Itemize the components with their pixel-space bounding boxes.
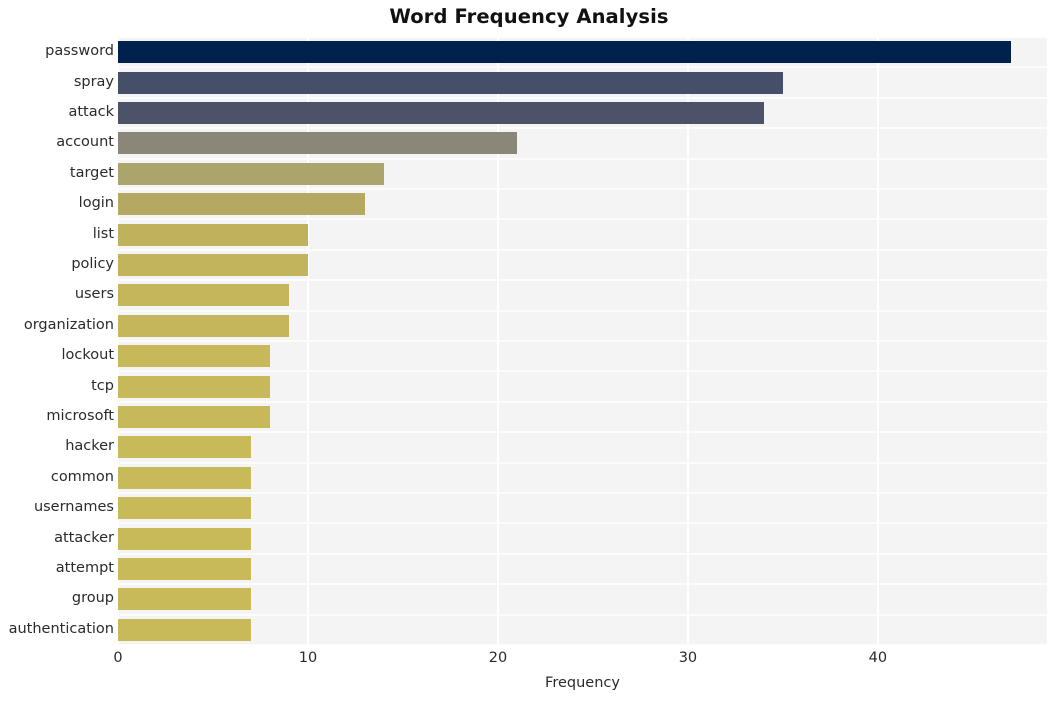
horizontal-gridline xyxy=(118,66,1047,69)
y-axis-tick-label: attack xyxy=(68,104,114,120)
horizontal-gridline xyxy=(118,127,1047,130)
y-axis-tick-label: authentication xyxy=(8,620,114,637)
y-axis-tick-label: microsoft xyxy=(46,408,114,424)
x-axis-label: Frequency xyxy=(545,675,620,691)
bar xyxy=(118,71,783,94)
bar xyxy=(118,558,251,580)
y-axis-tick-label: password xyxy=(45,43,114,60)
bar xyxy=(118,436,251,459)
horizontal-gridline xyxy=(118,461,1047,464)
y-axis-tick-labels: password spray attack account target login lis… xyxy=(0,37,114,645)
x-axis-tick-labels: 0 10 20 30 40 xyxy=(0,650,1058,674)
y-axis-tick-label: lockout xyxy=(61,347,115,364)
horizontal-gridline xyxy=(118,431,1047,434)
horizontal-gridline xyxy=(118,340,1047,342)
bar xyxy=(118,527,251,550)
y-axis-tick-label: common xyxy=(50,468,114,485)
horizontal-gridline xyxy=(118,279,1047,282)
horizontal-gridline xyxy=(118,157,1047,160)
chart-title: Word Frequency Analysis xyxy=(389,5,669,28)
y-axis-tick-label: attacker xyxy=(54,529,114,546)
horizontal-gridline xyxy=(118,644,1047,645)
horizontal-gridline xyxy=(118,188,1047,190)
bar xyxy=(118,162,384,185)
y-axis-tick-label: policy xyxy=(71,256,114,272)
bar xyxy=(118,284,289,307)
bar xyxy=(118,132,517,155)
x-axis-tick-label: 20 xyxy=(488,650,508,666)
horizontal-gridline xyxy=(118,96,1047,99)
y-axis-tick-label: list xyxy=(92,225,114,242)
bar xyxy=(118,497,251,520)
bar xyxy=(118,254,308,276)
x-axis-tick-label: 10 xyxy=(298,650,318,666)
y-axis-tick-label: target xyxy=(69,164,114,181)
y-axis-tick-label: hacker xyxy=(65,438,114,455)
bar xyxy=(118,345,270,368)
y-axis-tick-label: usernames xyxy=(33,499,114,516)
horizontal-gridline xyxy=(118,522,1047,525)
plot-area xyxy=(118,37,1047,645)
horizontal-gridline xyxy=(118,583,1047,586)
horizontal-gridline xyxy=(118,309,1047,312)
bar xyxy=(118,193,365,216)
bar xyxy=(118,375,270,398)
y-axis-tick-label: attempt xyxy=(55,560,114,576)
horizontal-gridline xyxy=(118,552,1047,555)
bar xyxy=(118,314,289,337)
horizontal-gridline xyxy=(118,370,1047,373)
x-axis-tick-label: 30 xyxy=(678,650,698,666)
horizontal-gridline xyxy=(118,492,1047,494)
bar xyxy=(118,588,251,611)
y-axis-tick-label: tcp xyxy=(91,377,114,394)
y-axis-tick-label: group xyxy=(71,590,114,607)
bar xyxy=(118,41,1011,64)
y-axis-tick-label: spray xyxy=(73,73,114,90)
bar xyxy=(118,102,764,124)
horizontal-gridline xyxy=(118,400,1047,403)
horizontal-gridline xyxy=(118,248,1047,251)
y-axis-tick-label: organization xyxy=(23,316,114,333)
chart-figure: Word Frequency Analysis password spray att… xyxy=(0,0,1058,701)
bar xyxy=(118,618,251,641)
horizontal-gridline xyxy=(118,218,1047,221)
y-axis-tick-label: account xyxy=(56,134,114,151)
y-axis-tick-label: users xyxy=(74,286,114,303)
x-axis-tick-label: 40 xyxy=(868,650,888,666)
x-axis-tick-label: 0 xyxy=(113,650,123,666)
bar xyxy=(118,406,270,428)
y-axis-tick-label: login xyxy=(78,195,114,212)
bar xyxy=(118,223,308,246)
horizontal-gridline xyxy=(118,613,1047,616)
horizontal-gridline xyxy=(118,37,1047,38)
bar xyxy=(118,466,251,489)
